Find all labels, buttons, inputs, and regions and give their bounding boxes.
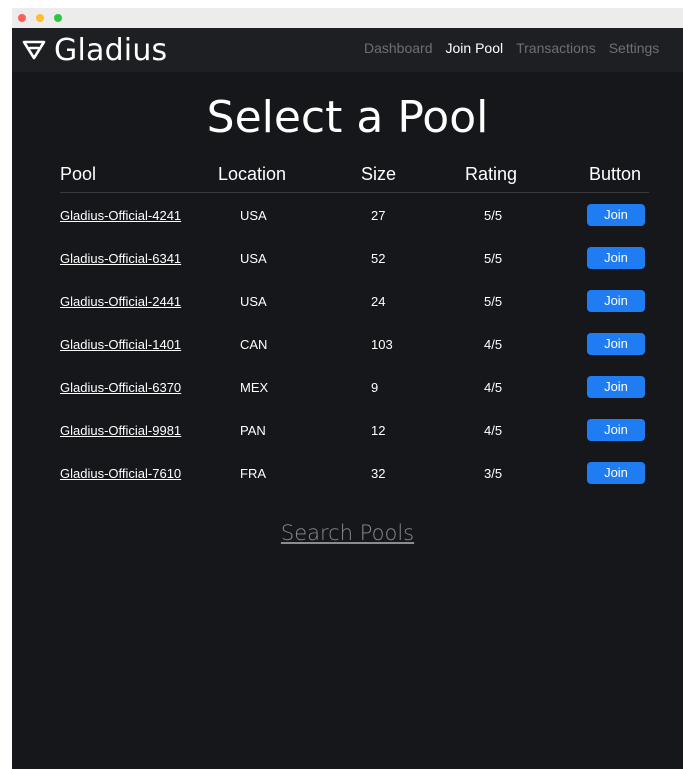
- window-minimize-button[interactable]: [36, 14, 44, 22]
- pool-name-link[interactable]: Gladius-Official-6370: [60, 380, 181, 395]
- join-button[interactable]: Join: [587, 462, 645, 484]
- pool-rating: 4/5: [484, 423, 503, 438]
- nav-join-pool[interactable]: Join Pool: [446, 40, 504, 56]
- column-header-location: Location: [218, 164, 287, 184]
- pool-rating: 4/5: [484, 337, 503, 352]
- pool-size: 52: [371, 251, 386, 266]
- pool-rating: 3/5: [484, 466, 503, 481]
- pool-name-link[interactable]: Gladius-Official-7610: [60, 466, 181, 481]
- pool-location: CAN: [240, 337, 268, 352]
- pool-rating: 4/5: [484, 380, 503, 395]
- table-row: Gladius-Official-1401 CAN 103 4/5 Join: [12, 331, 683, 361]
- table-row: Gladius-Official-2441 USA 24 5/5 Join: [12, 288, 683, 318]
- nav-dashboard[interactable]: Dashboard: [364, 40, 433, 56]
- pool-table-header: Pool Location Size Rating Button: [60, 162, 649, 193]
- table-row: Gladius-Official-4241 USA 27 5/5 Join: [12, 202, 683, 232]
- app-logo[interactable]: Gladius: [22, 32, 167, 68]
- pool-name-link[interactable]: Gladius-Official-2441: [60, 294, 181, 309]
- pool-size: 32: [371, 466, 386, 481]
- pool-size: 24: [371, 294, 386, 309]
- search-pools-link[interactable]: Search Pools: [281, 521, 414, 545]
- join-button[interactable]: Join: [587, 204, 645, 226]
- pool-location: PAN: [240, 423, 266, 438]
- table-row: Gladius-Official-9981 PAN 12 4/5 Join: [12, 417, 683, 447]
- pool-size: 12: [371, 423, 386, 438]
- pool-name-link[interactable]: Gladius-Official-4241: [60, 208, 181, 223]
- nav-settings[interactable]: Settings: [609, 40, 660, 56]
- app-name: Gladius: [54, 32, 168, 68]
- pool-location: USA: [240, 294, 267, 309]
- pool-location: FRA: [240, 466, 266, 481]
- page-title: Select a Pool: [206, 92, 489, 143]
- pool-name-link[interactable]: Gladius-Official-6341: [60, 251, 181, 266]
- pool-size: 27: [371, 208, 386, 223]
- pool-rating: 5/5: [484, 251, 503, 266]
- column-header-size: Size: [361, 164, 397, 184]
- app-header: Gladius Dashboard Join Pool Transactions…: [12, 28, 683, 72]
- search-pools-container: Search Pools: [12, 521, 683, 545]
- pool-name-link[interactable]: Gladius-Official-1401: [60, 337, 181, 352]
- window-maximize-button[interactable]: [54, 14, 62, 22]
- column-header-pool: Pool: [60, 164, 97, 184]
- app-window: Gladius Dashboard Join Pool Transactions…: [12, 8, 683, 769]
- pool-rating: 5/5: [484, 294, 503, 309]
- table-row: Gladius-Official-7610 FRA 32 3/5 Join: [12, 460, 683, 490]
- join-button[interactable]: Join: [587, 333, 645, 355]
- gladius-shield-icon: [22, 40, 46, 60]
- nav-transactions[interactable]: Transactions: [516, 40, 596, 56]
- pool-location: MEX: [240, 380, 269, 395]
- join-button[interactable]: Join: [587, 376, 645, 398]
- column-header-button: Button: [589, 164, 642, 184]
- join-button[interactable]: Join: [587, 247, 645, 269]
- window-close-button[interactable]: [18, 14, 26, 22]
- window-titlebar: [12, 8, 683, 28]
- pool-size: 103: [371, 337, 393, 352]
- column-header-rating: Rating: [465, 164, 518, 184]
- join-button[interactable]: Join: [587, 419, 645, 441]
- table-row: Gladius-Official-6370 MEX 9 4/5 Join: [12, 374, 683, 404]
- join-button[interactable]: Join: [587, 290, 645, 312]
- main-nav: Dashboard Join Pool Transactions Setting…: [364, 40, 672, 56]
- pool-size: 9: [371, 380, 379, 395]
- pool-location: USA: [240, 208, 267, 223]
- pool-name-link[interactable]: Gladius-Official-9981: [60, 423, 181, 438]
- pool-rating: 5/5: [484, 208, 503, 223]
- table-row: Gladius-Official-6341 USA 52 5/5 Join: [12, 245, 683, 275]
- pool-location: USA: [240, 251, 267, 266]
